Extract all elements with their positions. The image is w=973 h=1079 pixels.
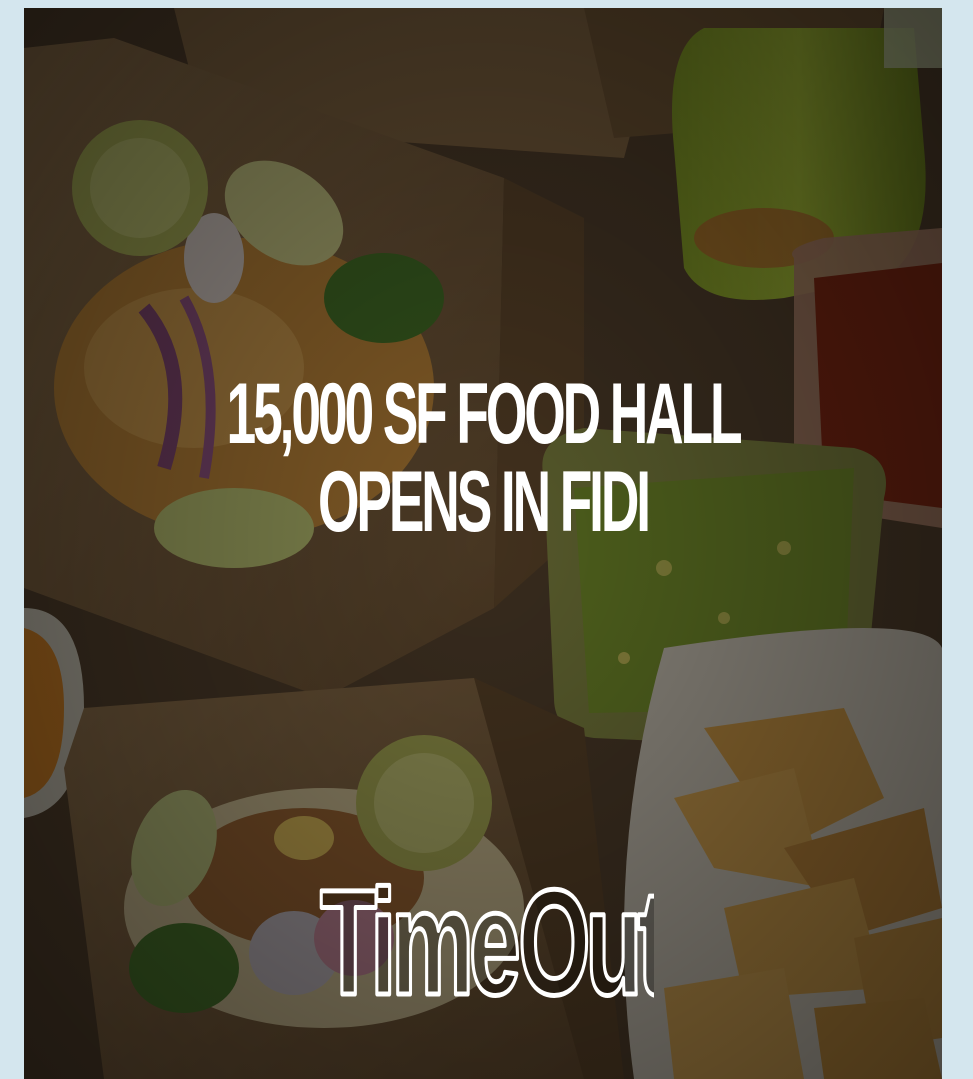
headline-line-2: OPENS IN FIDI bbox=[317, 454, 651, 550]
article-card[interactable]: 15,000 SF FOOD HALL OPENS IN FIDI TimeOu… bbox=[0, 0, 973, 1079]
headline-line-1: 15,000 SF FOOD HALL bbox=[226, 366, 743, 462]
logo-out-text: Out bbox=[518, 866, 654, 1016]
headline: 15,000 SF FOOD HALL OPENS IN FIDI bbox=[198, 370, 767, 546]
time-out-logo-graphic: TimeOut bbox=[318, 866, 654, 1016]
logo-time-text: Time bbox=[320, 866, 518, 1016]
time-out-logo-icon: TimeOut bbox=[314, 866, 654, 1016]
time-out-wordmark: TimeOut bbox=[320, 866, 654, 1016]
food-photo: 15,000 SF FOOD HALL OPENS IN FIDI TimeOu… bbox=[24, 8, 942, 1079]
